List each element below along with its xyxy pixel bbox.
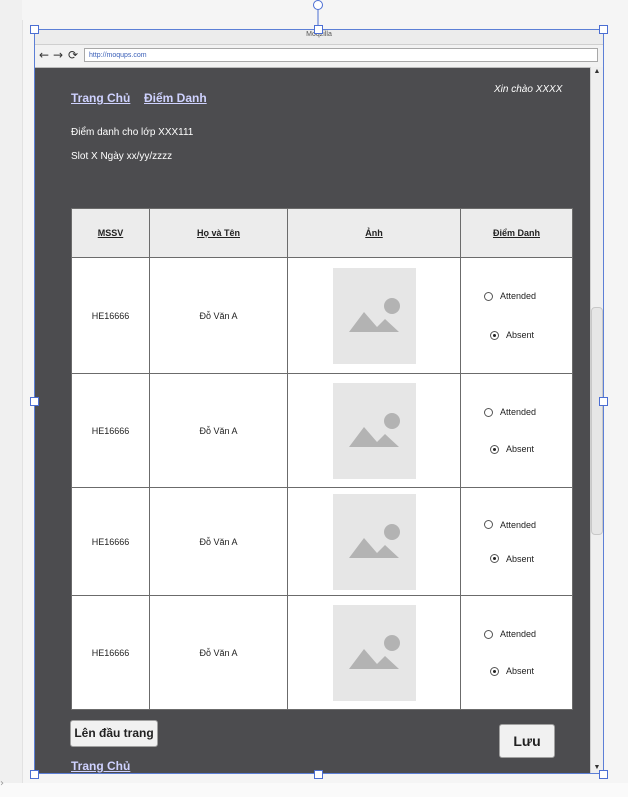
rotate-handle-icon (313, 0, 323, 10)
resize-handle-nw[interactable] (30, 25, 39, 34)
selection-overlay (313, 0, 323, 28)
resize-handle-n[interactable] (314, 25, 323, 34)
resize-handle-sw[interactable] (30, 770, 39, 779)
resize-handle-ne[interactable] (599, 25, 608, 34)
resize-handle-s[interactable] (314, 770, 323, 779)
resize-handle-w[interactable] (30, 397, 39, 406)
resize-handle-e[interactable] (599, 397, 608, 406)
resize-handle-se[interactable] (599, 770, 608, 779)
